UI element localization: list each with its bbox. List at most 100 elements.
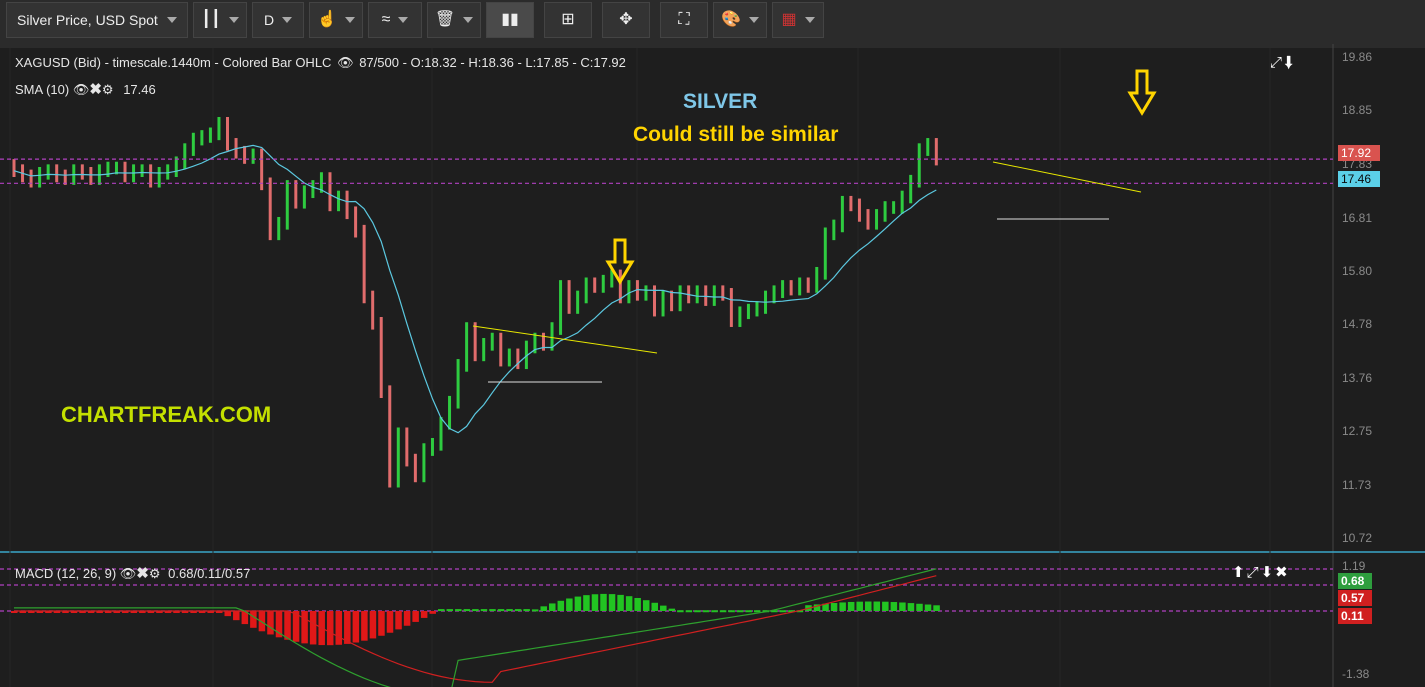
fullscreen-icon: ⛶ xyxy=(678,11,690,28)
macd-histogram-bar xyxy=(617,594,624,611)
gear-icon[interactable]: ⚙ xyxy=(102,82,114,97)
macd-histogram-bar xyxy=(386,611,394,633)
close-icon[interactable]: ✖ xyxy=(89,81,102,98)
macd-histogram-bar xyxy=(369,611,377,639)
macd-histogram-bar xyxy=(335,611,343,645)
chevron-down-icon xyxy=(282,17,293,23)
language-button[interactable]: ▦ xyxy=(772,2,824,38)
macd-histogram-bar xyxy=(326,611,334,646)
macd-histogram-bar xyxy=(224,611,231,617)
macd-histogram-bar xyxy=(566,598,573,611)
macd-histogram-bar xyxy=(660,605,667,611)
crosshair-button[interactable]: ⊞ xyxy=(544,2,592,38)
visibility-eye-icon[interactable]: 👁 xyxy=(120,566,137,581)
macd-histogram-bar xyxy=(463,609,471,612)
macd-histogram-bar xyxy=(540,606,547,611)
macd-histogram-bar xyxy=(344,611,351,644)
chevron-down-icon xyxy=(398,17,409,23)
arrow-down-icon[interactable]: ⬇ xyxy=(1284,54,1295,71)
price-tick-label: 15.80 xyxy=(1342,263,1373,278)
candlestick-icon: ┃┃ xyxy=(201,11,221,28)
visibility-eye-icon[interactable]: 👁 xyxy=(337,55,354,70)
macd-histogram-bar xyxy=(523,609,530,612)
macd-histogram-bar xyxy=(865,601,872,611)
trash-icon: 🗑 xyxy=(434,11,456,28)
symbol-selector[interactable]: Silver Price, USD Spot xyxy=(6,2,188,38)
bars-count: 87/500 xyxy=(359,55,399,70)
close-icon[interactable]: ✖ xyxy=(1275,564,1290,581)
chevron-down-icon xyxy=(344,17,355,23)
macd-label: MACD (12, 26, 9) xyxy=(15,566,117,581)
macd-histogram-bar xyxy=(361,611,368,641)
price-tick-label: 12.75 xyxy=(1342,424,1373,439)
macd-histogram-bar xyxy=(549,603,556,611)
volume-button[interactable]: ▮▮ xyxy=(486,2,534,38)
timeframe-selector[interactable]: D xyxy=(252,2,304,38)
arrow-down-icon[interactable]: ⬇ xyxy=(1261,564,1276,581)
macd-histogram-bar xyxy=(694,610,701,613)
fullscreen-button[interactable]: ⛶ xyxy=(660,2,708,38)
uk-flag-icon: ▦ xyxy=(781,11,797,28)
fit-button[interactable]: ✥ xyxy=(602,2,650,38)
macd-histogram-bar xyxy=(574,596,582,611)
macd-histogram-bar xyxy=(625,596,633,611)
arrow-up-icon[interactable]: ⬆ xyxy=(1232,564,1247,581)
top-strip xyxy=(0,44,1425,48)
macd-histogram-bar xyxy=(847,601,855,611)
macd-histogram-bar xyxy=(779,610,787,613)
price-tick-label: 18.85 xyxy=(1342,103,1373,118)
ohlc-values: - O:18.32 - H:18.36 - L:17.85 - C:17.92 xyxy=(402,55,626,70)
annotation-subtitle: Could still be similar xyxy=(633,123,839,146)
macd-histogram-bar xyxy=(600,593,607,611)
macd-histogram-bar xyxy=(753,610,761,613)
macd-tag: 0.68 xyxy=(1338,573,1372,589)
theme-button[interactable]: 🎨 xyxy=(713,2,767,38)
last-price-tag: 17.92 xyxy=(1338,145,1380,161)
price-tick-label: 16.81 xyxy=(1342,210,1373,225)
chevron-down-icon xyxy=(463,17,474,23)
maximize-icon[interactable]: ⤢ xyxy=(1247,564,1261,581)
price-tick-label: 19.86 xyxy=(1342,50,1373,64)
macd-histogram-bar xyxy=(882,601,889,611)
macd-pane-controls: ⬆⤢⬇✖ xyxy=(1232,563,1290,581)
signal-tag: 0.57 xyxy=(1338,590,1372,606)
macd-histogram-bar xyxy=(557,600,565,611)
macd-histogram-bar xyxy=(429,611,436,614)
macd-histogram-bar xyxy=(728,610,735,613)
sma-label: SMA (10) xyxy=(15,82,70,97)
delete-button[interactable]: 🗑 xyxy=(427,2,481,38)
macd-histogram-bar xyxy=(642,600,650,611)
maximize-icon[interactable]: ⤢ xyxy=(1270,54,1284,71)
macd-histogram-bar xyxy=(583,595,590,611)
chevron-down-icon xyxy=(804,17,815,23)
macd-histogram-bar xyxy=(301,611,308,644)
indicator-button[interactable]: ≈ xyxy=(368,2,422,38)
macd-histogram-bar xyxy=(736,610,744,613)
macd-histogram-bar xyxy=(856,601,863,611)
macd-histogram-bar xyxy=(651,602,658,611)
macd-histogram-bar xyxy=(916,603,923,611)
draw-tool-button[interactable]: ☝ xyxy=(309,2,363,38)
indicator-icon: ≈ xyxy=(381,11,391,28)
close-icon[interactable]: ✖ xyxy=(136,565,149,582)
palette-icon: 🎨 xyxy=(721,11,741,28)
macd-histogram-bar xyxy=(668,608,676,611)
macd-histogram-bar xyxy=(890,602,898,611)
sma-price-tag: 17.46 xyxy=(1338,171,1380,187)
macd-histogram-bar xyxy=(480,609,488,612)
macd-histogram-bar xyxy=(455,609,462,612)
visibility-eye-icon[interactable]: 👁 xyxy=(73,82,90,97)
chevron-down-icon xyxy=(167,17,177,23)
macd-axis-bottom: -1.38 xyxy=(1342,667,1370,681)
instrument-label: XAGUSD (Bid) - timescale.1440m - Colored… xyxy=(15,55,332,70)
macd-histogram-bar xyxy=(309,611,317,645)
macd-histogram-bar xyxy=(267,611,274,635)
macd-histogram-bar xyxy=(489,609,496,612)
macd-histogram-bar xyxy=(933,605,940,611)
gear-icon[interactable]: ⚙ xyxy=(149,566,161,581)
bar-type-button[interactable]: ┃┃ xyxy=(193,2,247,38)
macd-histogram-bar xyxy=(677,610,684,613)
watermark-text: CHARTFREAK.COM xyxy=(61,402,272,427)
macd-histogram-bar xyxy=(412,611,419,622)
macd-histogram-bar xyxy=(591,594,599,611)
